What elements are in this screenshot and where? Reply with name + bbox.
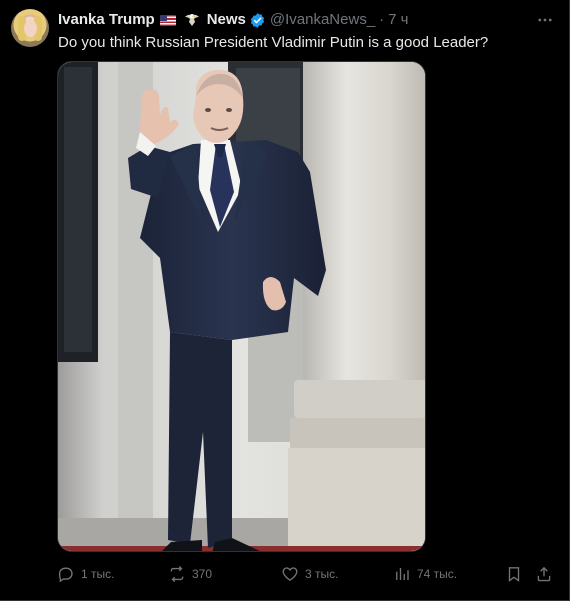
views-count: 74 тыс. xyxy=(417,567,458,581)
tweet-text: Do you think Russian President Vladimir … xyxy=(58,34,489,51)
views-button[interactable]: 74 тыс. xyxy=(393,563,457,585)
photo-icon xyxy=(58,62,425,551)
reply-button[interactable]: 1 тыс. xyxy=(57,563,114,585)
reply-count: 1 тыс. xyxy=(81,567,115,581)
bookmark-button[interactable] xyxy=(505,563,523,585)
views-icon xyxy=(396,568,409,580)
retweet-icon xyxy=(170,566,184,582)
header-separator: · xyxy=(379,11,385,28)
avatar-face xyxy=(24,20,37,37)
like-button[interactable]: 3 тыс. xyxy=(281,563,338,585)
us-flag-icon xyxy=(159,14,176,26)
reply-icon xyxy=(58,567,73,583)
tweet-header: Ivanka Trump News @IvankaNews_ · 7 ч xyxy=(58,11,529,29)
tweet-actions: 1 тыс. 370 3 тыс. 74 тыс. xyxy=(57,563,555,585)
tweet-photo[interactable] xyxy=(57,61,426,552)
share-button[interactable] xyxy=(535,563,553,585)
like-count: 3 тыс. xyxy=(305,567,339,581)
author-name[interactable]: Ivanka Trump xyxy=(58,11,155,29)
author-label: News xyxy=(206,11,246,28)
author-handle[interactable]: @IvankaNews_ xyxy=(270,11,375,29)
verified-badge-icon xyxy=(249,12,266,29)
retweet-count: 370 xyxy=(192,567,213,581)
share-icon xyxy=(537,566,551,582)
tweet-card[interactable]: Ivanka Trump News @IvankaNews_ · 7 ч Do … xyxy=(0,0,570,601)
more-horizontal-icon[interactable] xyxy=(535,11,555,29)
heart-icon xyxy=(282,567,298,581)
eagle-icon xyxy=(183,12,201,28)
retweet-button[interactable]: 370 xyxy=(168,563,212,585)
bookmark-icon xyxy=(508,567,520,582)
tweet-timestamp[interactable]: 7 ч xyxy=(388,11,408,29)
avatar[interactable] xyxy=(11,9,49,47)
